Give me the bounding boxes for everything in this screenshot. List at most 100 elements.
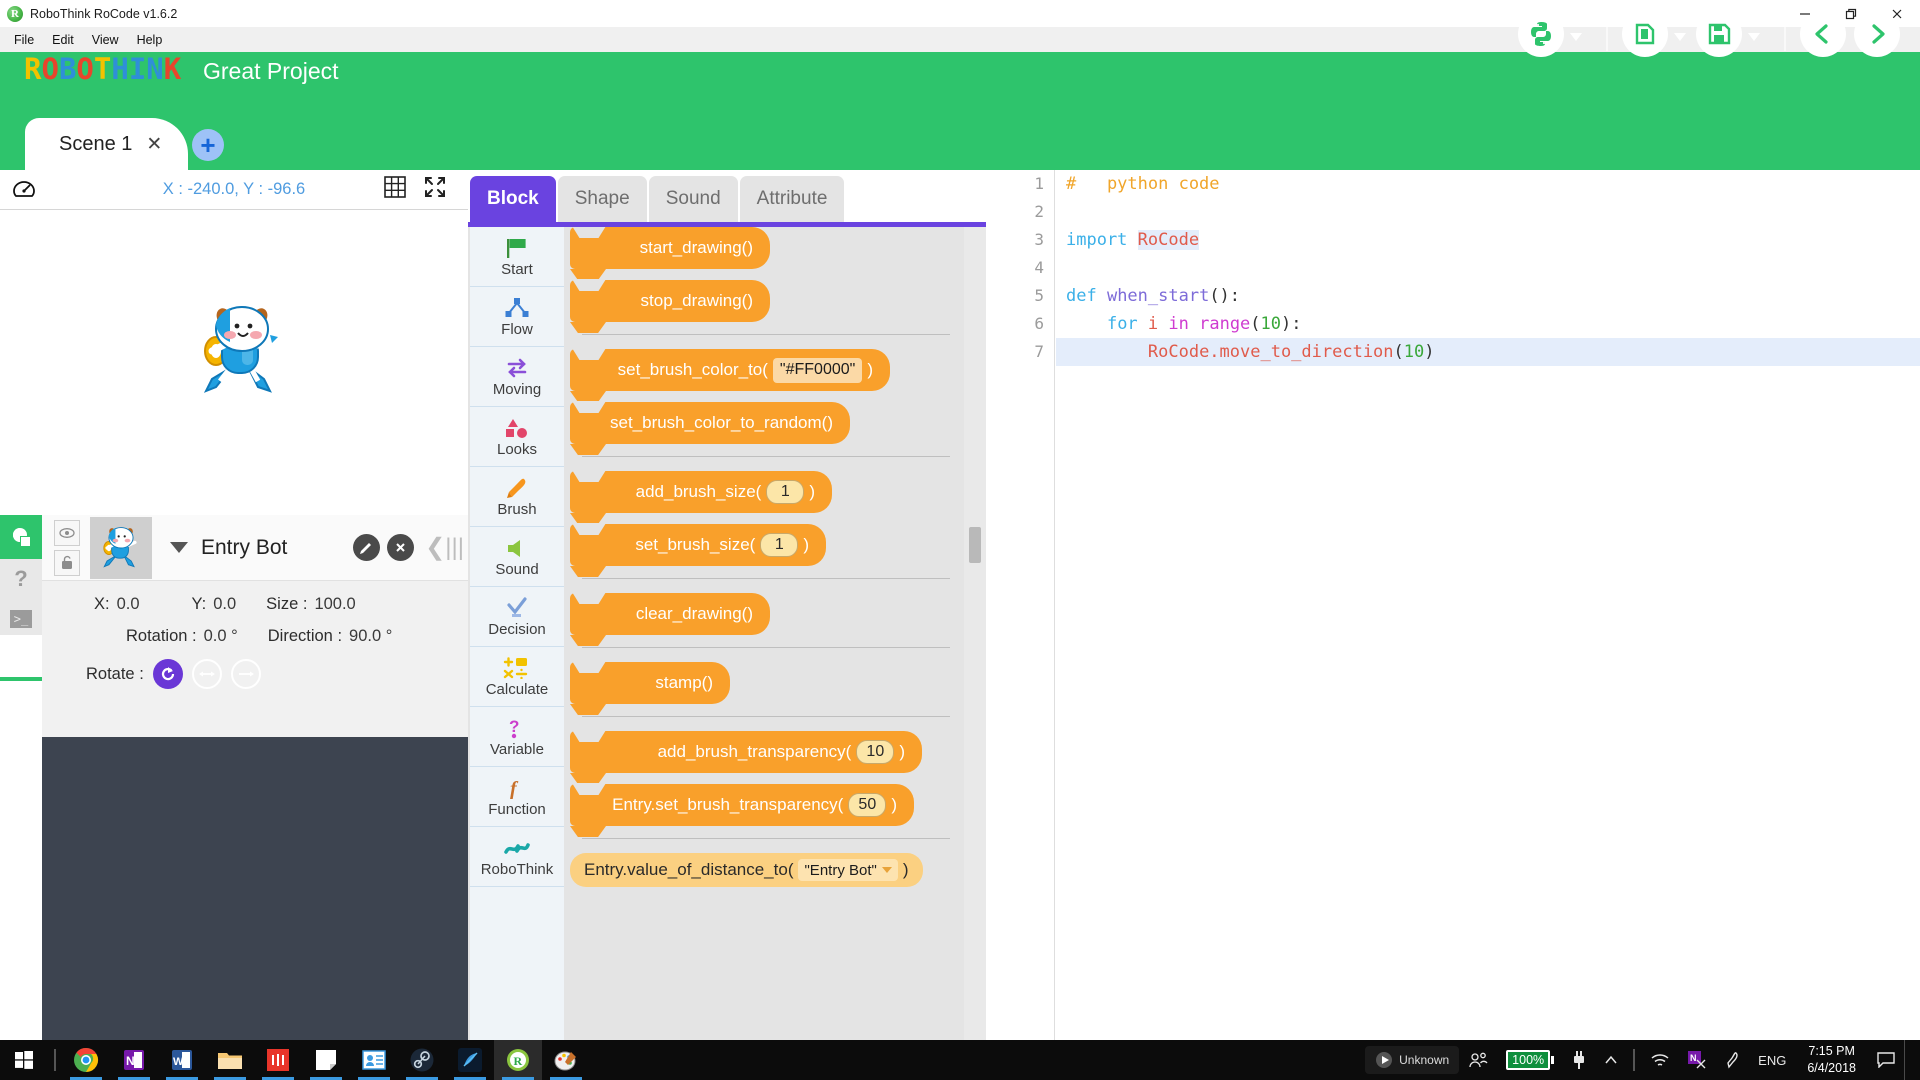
block-field-number[interactable]: 1: [760, 533, 798, 557]
eye-icon[interactable]: [54, 520, 80, 546]
chevron-down-icon-sprite[interactable]: [170, 542, 188, 553]
scene-tab-scene-1[interactable]: Scene 1 ✕: [25, 118, 188, 170]
chevron-down-icon-python[interactable]: [1570, 33, 1582, 41]
onenote-icon[interactable]: N: [110, 1040, 158, 1080]
robothink-app-icon[interactable]: R: [494, 1040, 542, 1080]
block-field-text[interactable]: "#FF0000": [773, 358, 862, 383]
value-of-distance-to-block[interactable]: Entry.value_of_distance_to("Entry Bot"): [570, 853, 923, 887]
category-brush[interactable]: Brush: [470, 467, 564, 527]
sidebar-item-console[interactable]: >_: [0, 599, 42, 639]
block-field-number[interactable]: 1: [766, 480, 804, 504]
menu-item-view[interactable]: View: [83, 30, 128, 50]
chrome-icon[interactable]: [62, 1040, 110, 1080]
save-icon[interactable]: [1696, 11, 1742, 57]
set-brush-color-to-random-block[interactable]: set_brush_color_to_random(): [570, 402, 850, 444]
contacts-icon[interactable]: [350, 1040, 398, 1080]
rotate-free-icon[interactable]: [153, 659, 183, 689]
onenote-clip-icon[interactable]: N: [1679, 1040, 1715, 1080]
back-arrow-icon[interactable]: [1800, 11, 1846, 57]
paint-icon[interactable]: [542, 1040, 590, 1080]
start-drawing-block[interactable]: start_drawing(): [570, 227, 770, 269]
steam-icon[interactable]: [398, 1040, 446, 1080]
stop-drawing-block[interactable]: stop_drawing(): [570, 280, 770, 322]
code-area[interactable]: # python code import RoCode def when_sta…: [1056, 170, 1920, 1040]
block-palette[interactable]: start_drawing() stop_drawing() set_brush_c…: [564, 227, 964, 1040]
category-function[interactable]: fFunction: [470, 767, 564, 827]
chevron-up-icon[interactable]: [1595, 1040, 1627, 1080]
menu-item-file[interactable]: File: [5, 30, 43, 50]
taskbar-clock[interactable]: 7:15 PM 6/4/2018: [1795, 1040, 1868, 1080]
word-icon[interactable]: W: [158, 1040, 206, 1080]
category-robothink[interactable]: RoboThink: [470, 827, 564, 887]
code-line[interactable]: def when_start():: [1056, 282, 1920, 310]
category-calculate[interactable]: Calculate: [470, 647, 564, 707]
direction-value[interactable]: 90.0 °: [349, 627, 392, 646]
sidebar-item-help[interactable]: ?: [0, 559, 42, 599]
size-value[interactable]: 100.0: [314, 595, 355, 614]
scrollbar-thumb[interactable]: [969, 527, 981, 563]
file-explorer-icon[interactable]: [206, 1040, 254, 1080]
new-file-icon[interactable]: [1622, 11, 1668, 57]
forward-arrow-icon[interactable]: [1854, 11, 1900, 57]
set-brush-size-block[interactable]: set_brush_size(1): [570, 524, 826, 566]
x-value[interactable]: 0.0: [117, 595, 140, 614]
code-line[interactable]: # python code: [1056, 170, 1920, 198]
pen-icon[interactable]: [1715, 1040, 1749, 1080]
python-icon[interactable]: [1518, 11, 1564, 57]
code-line[interactable]: RoCode.move_to_direction(10): [1056, 338, 1920, 366]
add-scene-button[interactable]: +: [192, 129, 224, 161]
language-indicator[interactable]: ENG: [1749, 1040, 1795, 1080]
red-app-icon[interactable]: [254, 1040, 302, 1080]
notification-icon[interactable]: [1868, 1040, 1904, 1080]
stamp-block[interactable]: stamp(): [570, 662, 730, 704]
tab-sound[interactable]: Sound: [649, 176, 738, 222]
category-looks[interactable]: Looks: [470, 407, 564, 467]
code-line[interactable]: for i in range(10):: [1056, 310, 1920, 338]
plug-icon[interactable]: [1563, 1040, 1595, 1080]
block-field-number[interactable]: 10: [856, 740, 894, 764]
add-brush-size-block[interactable]: add_brush_size(1): [570, 471, 832, 513]
palette-scrollbar[interactable]: [964, 227, 986, 1040]
y-value[interactable]: 0.0: [213, 595, 236, 614]
rotate-none-icon[interactable]: [231, 659, 261, 689]
entry-bot-thumbnail[interactable]: [90, 517, 152, 579]
sidebar-item-objects[interactable]: [0, 515, 42, 559]
category-start[interactable]: Start: [470, 227, 564, 287]
people-icon[interactable]: [1459, 1040, 1497, 1080]
category-moving[interactable]: Moving: [470, 347, 564, 407]
category-flow[interactable]: Flow: [470, 287, 564, 347]
code-line[interactable]: [1056, 254, 1920, 282]
code-line[interactable]: [1056, 198, 1920, 226]
tab-block[interactable]: Block: [470, 176, 556, 222]
category-variable[interactable]: ?Variable: [470, 707, 564, 767]
add-brush-transparency-block[interactable]: add_brush_transparency(10): [570, 731, 922, 773]
code-editor-panel[interactable]: 1234567 # python code import RoCode def …: [1008, 170, 1920, 1040]
wifi-icon[interactable]: [1641, 1040, 1679, 1080]
sprite-name[interactable]: Entry Bot: [201, 536, 287, 560]
set-brush-transparency-block[interactable]: Entry.set_brush_transparency(50): [570, 784, 914, 826]
blue-app-icon[interactable]: [446, 1040, 494, 1080]
chevron-down-icon-save[interactable]: [1748, 33, 1760, 41]
code-line[interactable]: import RoCode: [1056, 226, 1920, 254]
block-field-dropdown[interactable]: "Entry Bot": [798, 859, 897, 881]
media-mini-player[interactable]: Unknown: [1365, 1046, 1459, 1074]
pencil-icon[interactable]: [353, 534, 380, 561]
menu-item-edit[interactable]: Edit: [43, 30, 83, 50]
block-field-number[interactable]: 50: [848, 793, 886, 817]
status-badge-battery[interactable]: 100%: [1497, 1040, 1563, 1080]
unlock-icon[interactable]: [54, 550, 80, 576]
show-desktop-button[interactable]: [1904, 1040, 1914, 1080]
rotate-horizontal-icon[interactable]: [192, 659, 222, 689]
close-icon-scene[interactable]: ✕: [146, 135, 162, 154]
rotation-value[interactable]: 0.0 °: [204, 627, 238, 646]
set-brush-color-to-block[interactable]: set_brush_color_to("#FF0000"): [570, 349, 890, 391]
category-decision[interactable]: Decision: [470, 587, 564, 647]
tab-shape[interactable]: Shape: [558, 176, 647, 222]
clear-drawing-block[interactable]: clear_drawing(): [570, 593, 770, 635]
category-sound[interactable]: Sound: [470, 527, 564, 587]
close-circle-icon[interactable]: [387, 534, 414, 561]
menu-item-help[interactable]: Help: [128, 30, 172, 50]
notes-icon[interactable]: [302, 1040, 350, 1080]
entry-bot-sprite[interactable]: [186, 295, 298, 407]
drag-handle-icon[interactable]: ❮|||: [425, 533, 464, 562]
